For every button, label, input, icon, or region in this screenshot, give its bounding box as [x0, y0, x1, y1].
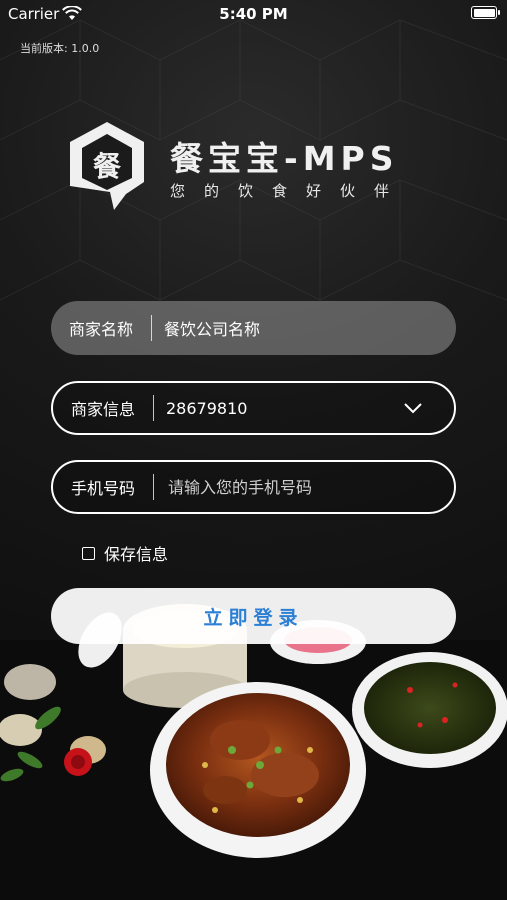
field-divider: [153, 474, 154, 500]
checkbox-icon[interactable]: [82, 546, 95, 560]
phone-label: 手机号码: [70, 479, 135, 498]
logo-glyph: 餐: [93, 150, 122, 183]
logo-icon: 餐: [70, 122, 144, 210]
merchant-info-value[interactable]: 28679810: [154, 399, 402, 418]
login-button[interactable]: 立即登录: [51, 588, 456, 644]
status-bar: Carrier 5:40 PM: [0, 0, 507, 28]
app-title: 餐宝宝-MPS: [170, 139, 399, 178]
battery-icon: [471, 6, 500, 19]
merchant-name-value: 餐饮公司名称: [164, 320, 261, 339]
app-slogan: 您的饮食好伙伴: [170, 182, 409, 200]
phone-input[interactable]: [166, 476, 454, 498]
version-label: 当前版本: 1.0.0: [20, 42, 100, 55]
merchant-name-label: 商家名称: [68, 320, 133, 339]
phone-field: 手机号码: [51, 460, 456, 514]
status-time: 5:40 PM: [219, 5, 288, 23]
merchant-info-select[interactable]: 商家信息 28679810: [51, 381, 456, 435]
merchant-name-field: 商家名称 餐饮公司名称: [51, 301, 456, 355]
chevron-down-icon[interactable]: [402, 401, 424, 415]
merchant-info-label: 商家信息: [70, 400, 135, 419]
